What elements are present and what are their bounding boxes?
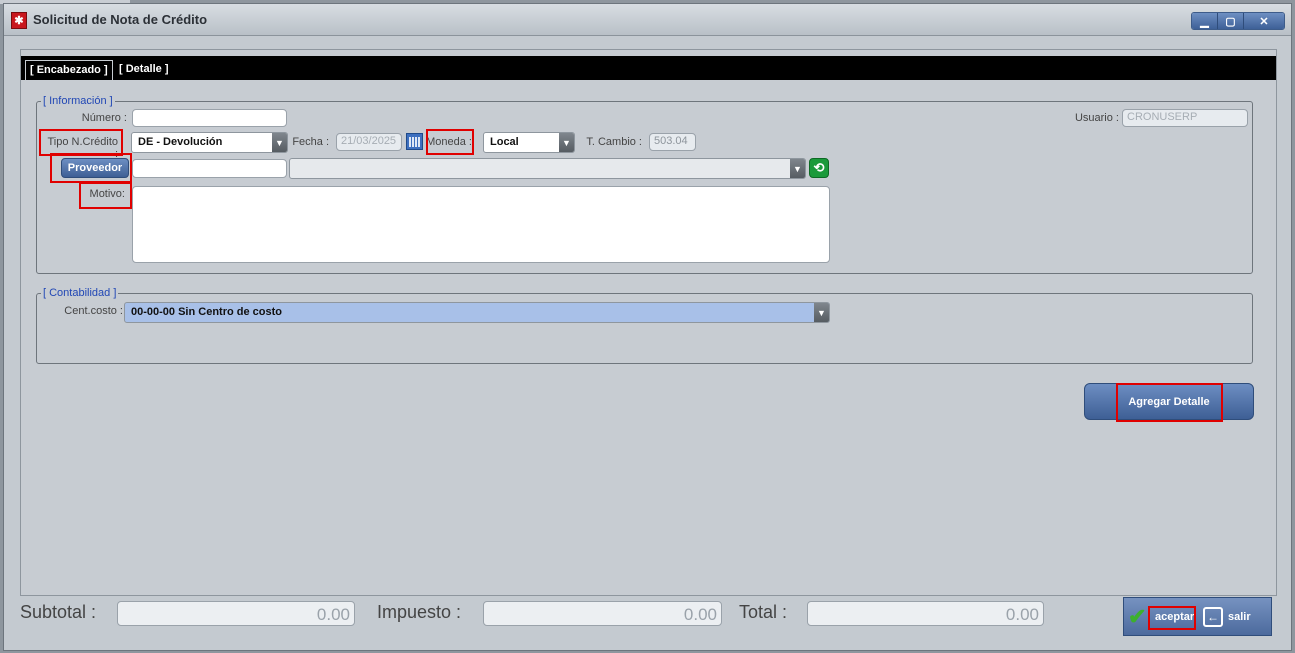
exit-icon: ← — [1203, 607, 1223, 627]
refresh-icon[interactable]: ⟲ — [809, 158, 829, 178]
close-button[interactable]: ✕ — [1244, 13, 1284, 29]
chevron-down-icon: ▼ — [790, 159, 805, 178]
subtotal-label: Subtotal : — [20, 602, 97, 622]
agregar-detalle-highlight — [1116, 383, 1223, 422]
contabilidad-legend: [ Contabilidad ] — [41, 287, 119, 299]
informacion-legend: [ Información ] — [41, 95, 115, 107]
contabilidad-group: [ Contabilidad ] Cent.costo : 00-00-00 S… — [36, 287, 1253, 364]
motivo-highlight — [79, 182, 132, 209]
window-controls: ▁ ▢ ✕ — [1191, 12, 1285, 30]
main-panel: [ Encabezado ] [ Detalle ] [ Información… — [20, 49, 1277, 596]
maximize-button[interactable]: ▢ — [1218, 13, 1244, 29]
chevron-down-icon: ▼ — [559, 133, 574, 152]
centcosto-value: 00-00-00 Sin Centro de costo — [131, 306, 282, 318]
salir-button[interactable]: salir — [1228, 611, 1251, 623]
check-icon: ✔ — [1128, 604, 1147, 629]
tipo-label-highlight — [39, 129, 123, 156]
minimize-button[interactable]: ▁ — [1192, 13, 1218, 29]
usuario-field: CRONUSERP — [1122, 109, 1248, 127]
aceptar-highlight — [1148, 606, 1196, 630]
chevron-down-icon: ▼ — [272, 133, 287, 152]
moneda-label-highlight — [426, 129, 474, 155]
dialog-window: ✱ Solicitud de Nota de Crédito ▁ ▢ ✕ [ E… — [3, 3, 1292, 651]
tcambio-field: 503.04 — [649, 133, 696, 151]
proveedor-name-select[interactable]: ▼ — [289, 158, 806, 179]
numero-label: Número : — [81, 112, 127, 124]
tab-detalle[interactable]: [ Detalle ] — [115, 60, 173, 80]
tab-encabezado[interactable]: [ Encabezado ] — [25, 60, 113, 80]
window-title: Solicitud de Nota de Crédito — [33, 12, 208, 27]
informacion-group: [ Información ] Número : Usuario : CRONU… — [36, 95, 1253, 274]
calendar-icon[interactable] — [406, 133, 423, 150]
proveedor-highlight — [50, 153, 132, 183]
subtotal-field: 0.00 — [117, 601, 355, 626]
tipo-ncredito-value: DE - Devolución — [138, 136, 223, 148]
tcambio-label: T. Cambio : — [586, 136, 642, 148]
action-buttons: ✔ aceptar ← salir — [1123, 597, 1272, 636]
chevron-down-icon: ▼ — [814, 303, 829, 322]
moneda-select[interactable]: Local ▼ — [483, 132, 575, 153]
tipo-ncredito-select[interactable]: DE - Devolución ▼ — [131, 132, 288, 153]
title-bar: ✱ Solicitud de Nota de Crédito ▁ ▢ ✕ — [4, 4, 1291, 36]
fecha-label: Fecha : — [292, 136, 329, 148]
numero-field[interactable] — [132, 109, 287, 127]
fecha-field: 21/03/2025 — [336, 133, 402, 151]
moneda-value: Local — [490, 136, 519, 148]
motivo-textarea[interactable] — [132, 186, 830, 263]
impuesto-label: Impuesto : — [377, 602, 462, 622]
centcosto-select[interactable]: 00-00-00 Sin Centro de costo ▼ — [124, 302, 830, 323]
tab-bar: [ Encabezado ] [ Detalle ] — [21, 56, 1276, 80]
app-icon: ✱ — [11, 12, 27, 29]
usuario-label: Usuario : — [1074, 112, 1119, 124]
impuesto-field: 0.00 — [483, 601, 722, 626]
proveedor-code-field[interactable] — [132, 159, 287, 178]
total-field: 0.00 — [807, 601, 1044, 626]
total-label: Total : — [739, 602, 788, 622]
centcosto-label: Cent.costo : — [64, 305, 123, 317]
